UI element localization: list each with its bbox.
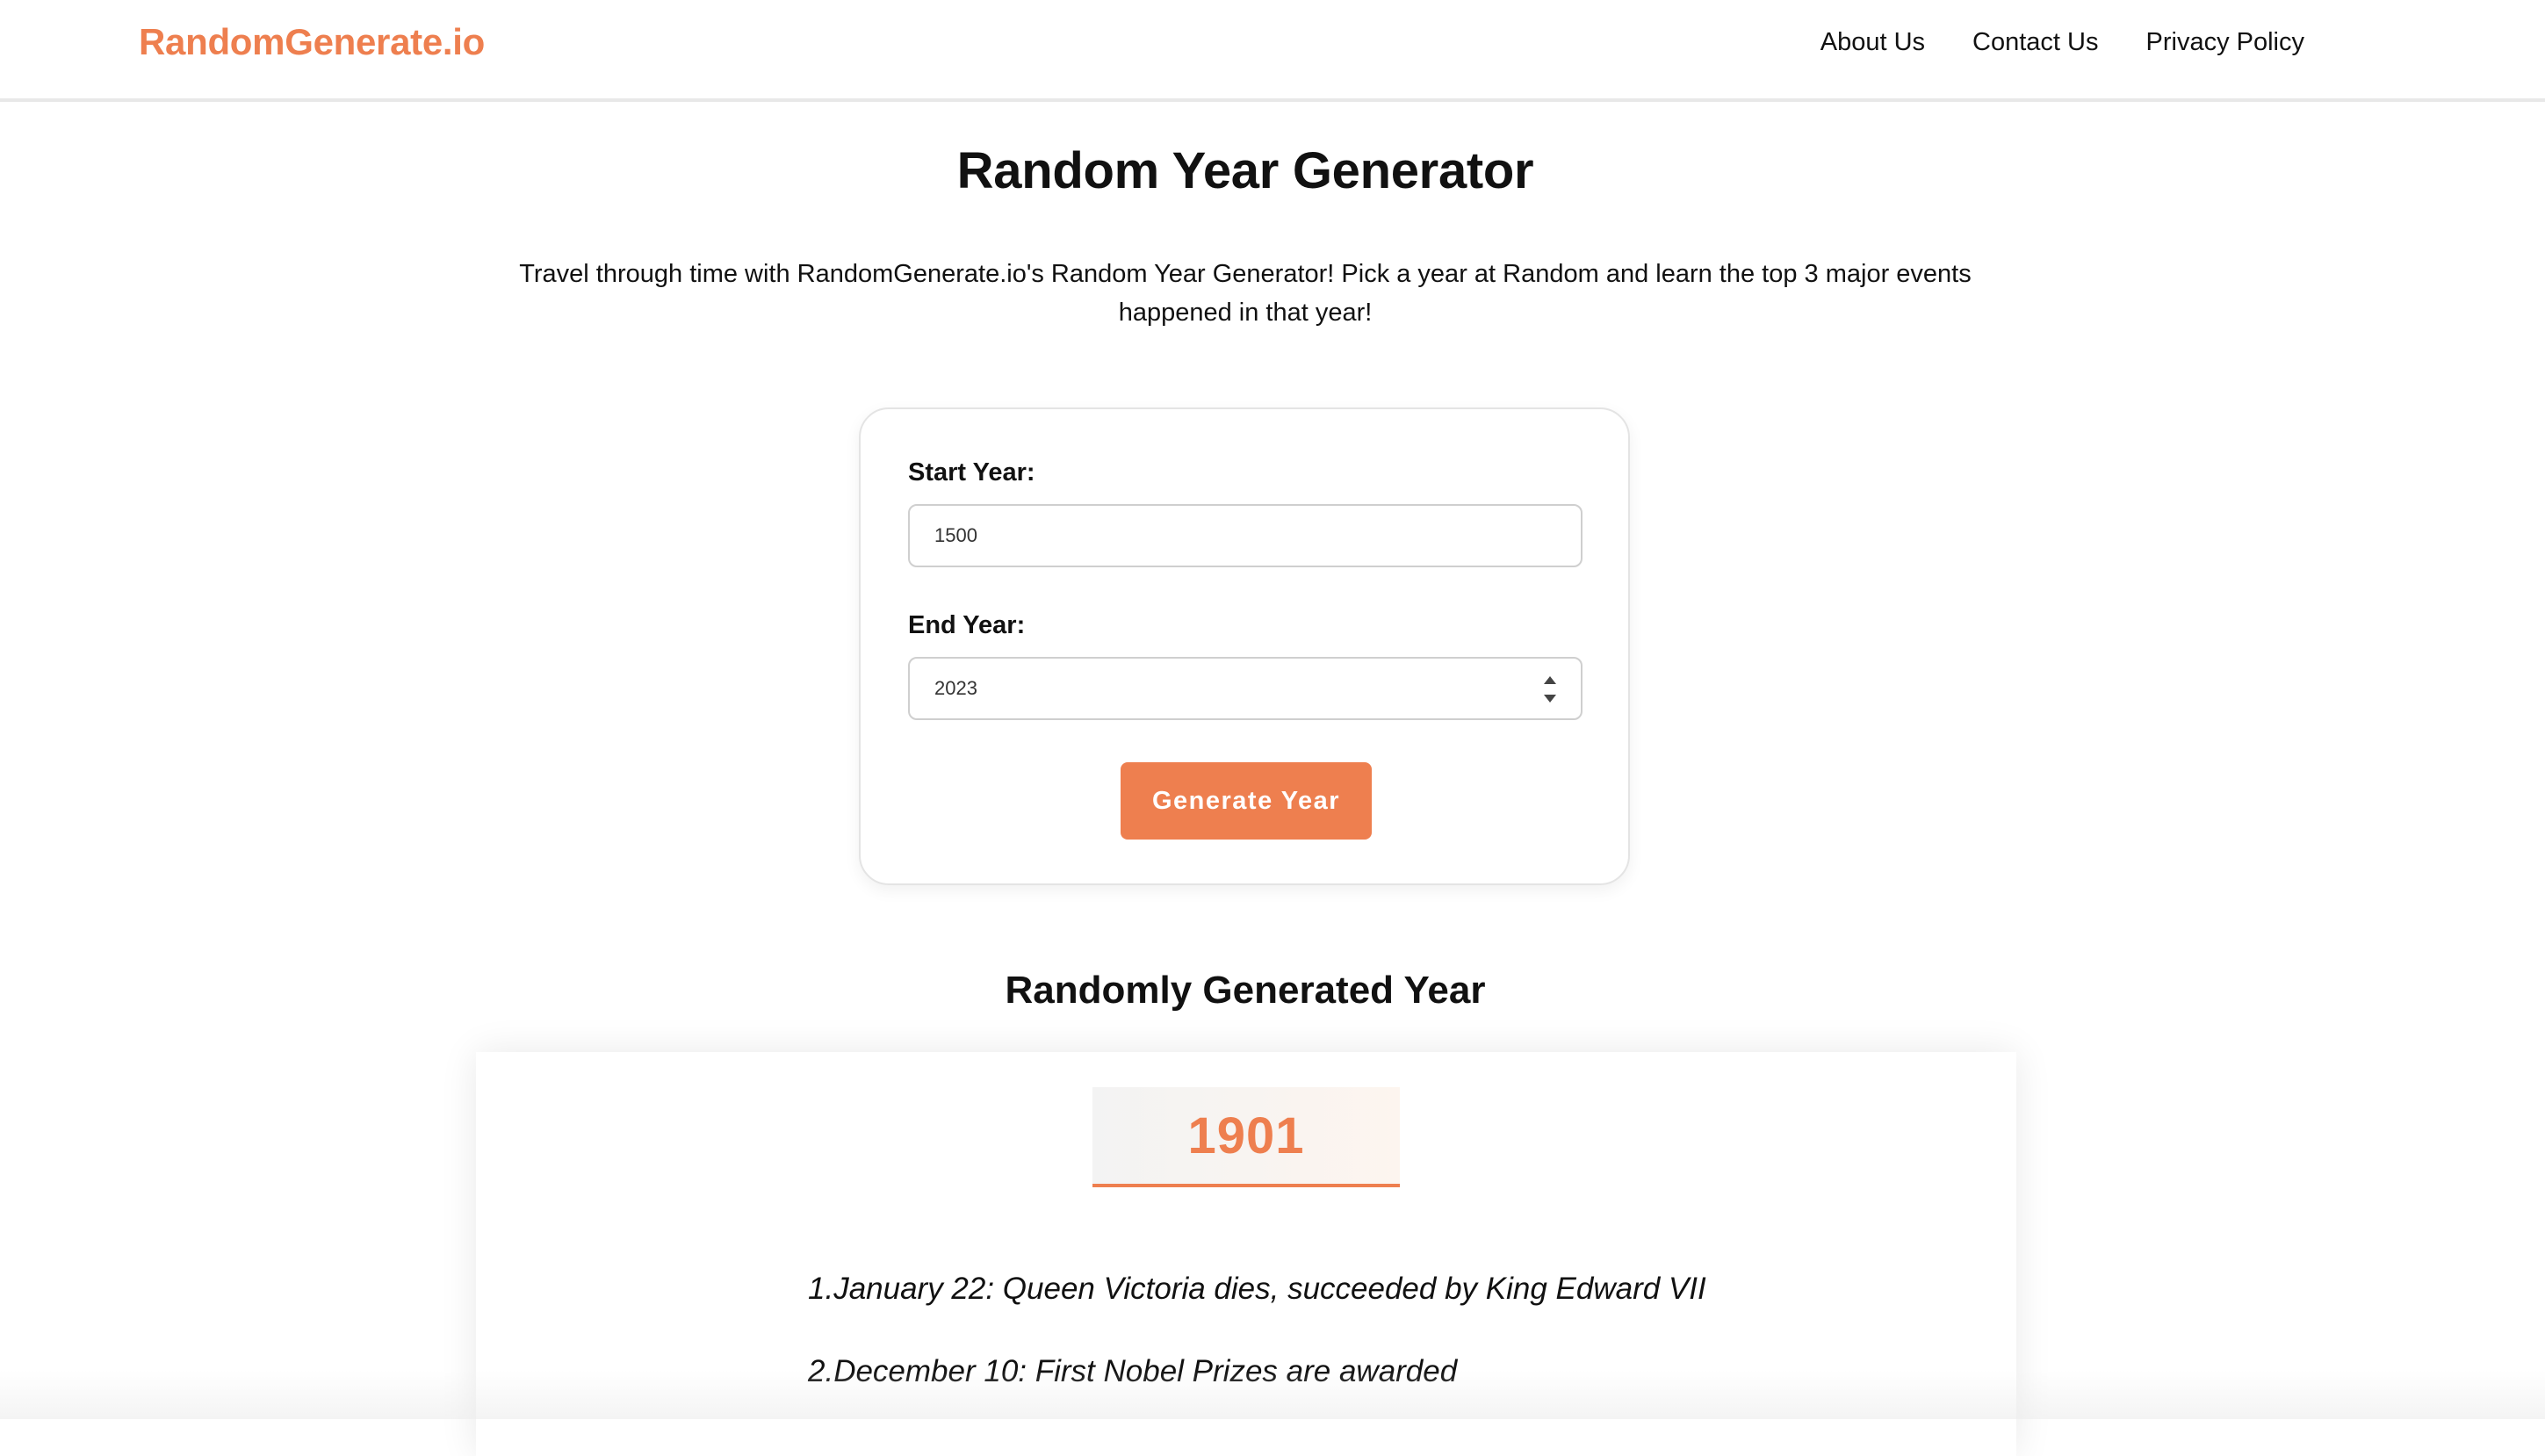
end-year-field-wrapper (908, 657, 1583, 720)
year-range-form-card: Start Year: End Year: Generate Year (859, 407, 1630, 885)
top-navigation-bar: RandomGenerate.io About Us Contact Us Pr… (0, 0, 2545, 102)
intro-text: Travel through time with RandomGenerate.… (519, 260, 1972, 327)
nav-contact-us-link[interactable]: Contact Us (1972, 23, 2098, 61)
nav-about-us-link[interactable]: About Us (1820, 23, 1925, 61)
result-panel: 1901 1.January 22: Queen Victoria dies, … (476, 1052, 2016, 1456)
generate-year-button[interactable]: Generate Year (1121, 762, 1372, 840)
site-logo[interactable]: RandomGenerate.io (139, 18, 485, 67)
generated-year-box: 1901 (1092, 1087, 1400, 1187)
generated-year-value: 1901 (1187, 1106, 1305, 1164)
end-year-label: End Year: (908, 611, 1026, 639)
event-item: 2.December 10: First Nobel Prizes are aw… (808, 1354, 1458, 1388)
result-heading: Randomly Generated Year (1005, 969, 1486, 1012)
end-year-input[interactable] (910, 661, 1516, 716)
main-nav: About Us Contact Us Privacy Policy (1820, 23, 2304, 61)
nav-privacy-policy-link[interactable]: Privacy Policy (2146, 23, 2305, 61)
stepper-up-icon[interactable] (1544, 676, 1556, 684)
page-title: Random Year Generator (956, 142, 1534, 199)
stepper-down-icon[interactable] (1544, 695, 1556, 703)
number-stepper[interactable] (1542, 676, 1558, 703)
start-year-input[interactable] (910, 508, 1516, 563)
event-item: 1.January 22: Queen Victoria dies, succe… (808, 1272, 1706, 1306)
start-year-field-wrapper (908, 504, 1583, 567)
start-year-label: Start Year: (908, 458, 1035, 487)
